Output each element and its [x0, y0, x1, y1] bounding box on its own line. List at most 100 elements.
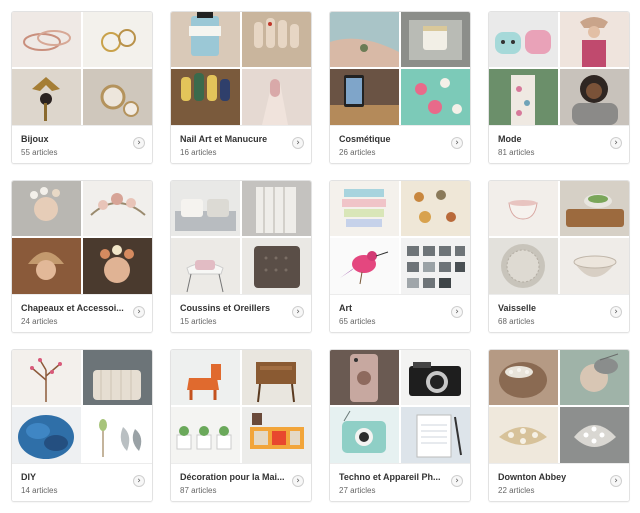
thumbnail — [560, 69, 629, 125]
thumbnail — [83, 350, 152, 405]
category-title: Techno et Appareil Ph... — [339, 472, 441, 482]
thumbnail — [401, 407, 470, 463]
thumbnail — [560, 12, 629, 67]
card-footer: Coussins et Oreillers 15 articles › — [171, 294, 311, 332]
image-mosaic — [489, 350, 629, 463]
thumbnail — [330, 407, 399, 463]
category-card-art[interactable]: Art 65 articles › — [329, 180, 471, 333]
category-card-coussins[interactable]: Coussins et Oreillers 15 articles › — [170, 180, 312, 333]
thumbnail — [12, 12, 81, 67]
image-mosaic — [330, 181, 470, 294]
chevron-right-icon[interactable]: › — [610, 137, 622, 149]
thumbnail — [171, 350, 240, 405]
card-footer: Vaisselle 68 articles › — [489, 294, 629, 332]
category-title: Nail Art et Manucure — [180, 134, 268, 144]
category-card-cosmetique[interactable]: Cosmétique 26 articles › — [329, 11, 471, 164]
category-card-mode[interactable]: Mode 81 articles › — [488, 11, 630, 164]
card-footer: Nail Art et Manucure 16 articles › — [171, 125, 311, 163]
card-footer: Décoration pour la Mai... 87 articles › — [171, 463, 311, 501]
chevron-right-icon[interactable]: › — [610, 306, 622, 318]
thumbnail — [330, 181, 399, 236]
thumbnail — [171, 12, 240, 67]
article-count: 81 articles — [498, 148, 535, 157]
thumbnail — [401, 238, 470, 294]
article-count: 65 articles — [339, 317, 376, 326]
thumbnail — [560, 350, 629, 405]
thumbnail — [401, 12, 470, 67]
image-mosaic — [171, 181, 311, 294]
thumbnail — [330, 69, 399, 125]
card-footer: DIY 14 articles › — [12, 463, 152, 501]
category-card-techno[interactable]: Techno et Appareil Ph... 27 articles › — [329, 349, 471, 502]
article-count: 26 articles — [339, 148, 376, 157]
category-card-bijoux[interactable]: Bijoux 55 articles › — [11, 11, 153, 164]
article-count: 15 articles — [180, 317, 217, 326]
thumbnail — [560, 238, 629, 294]
chevron-right-icon[interactable]: › — [133, 137, 145, 149]
article-count: 55 articles — [21, 148, 58, 157]
category-card-chapeaux[interactable]: Chapeaux et Accessoi... 24 articles › — [11, 180, 153, 333]
thumbnail — [12, 350, 81, 405]
thumbnail — [401, 69, 470, 125]
article-count: 22 articles — [498, 486, 535, 495]
thumbnail — [12, 238, 81, 294]
category-card-nail-art[interactable]: Nail Art et Manucure 16 articles › — [170, 11, 312, 164]
category-title: DIY — [21, 472, 37, 482]
image-mosaic — [489, 181, 629, 294]
thumbnail — [83, 238, 152, 294]
thumbnail — [12, 181, 81, 236]
thumbnail — [242, 12, 311, 67]
thumbnail — [83, 181, 152, 236]
card-footer: Techno et Appareil Ph... 27 articles › — [330, 463, 470, 501]
image-mosaic — [171, 350, 311, 463]
category-card-decoration[interactable]: Décoration pour la Mai... 87 articles › — [170, 349, 312, 502]
chevron-right-icon[interactable]: › — [133, 306, 145, 318]
chevron-right-icon[interactable]: › — [451, 475, 463, 487]
chevron-right-icon[interactable]: › — [292, 137, 304, 149]
thumbnail — [242, 69, 311, 125]
thumbnail — [83, 407, 152, 463]
image-mosaic — [12, 350, 152, 463]
chevron-right-icon[interactable]: › — [451, 137, 463, 149]
thumbnail — [171, 238, 240, 294]
thumbnail — [489, 181, 558, 236]
thumbnail — [330, 238, 399, 294]
thumbnail — [560, 407, 629, 463]
article-count: 27 articles — [339, 486, 376, 495]
article-count: 14 articles — [21, 486, 58, 495]
card-footer: Downton Abbey 22 articles › — [489, 463, 629, 501]
thumbnail — [489, 350, 558, 405]
thumbnail — [489, 238, 558, 294]
category-title: Downton Abbey — [498, 472, 567, 482]
thumbnail — [171, 69, 240, 125]
chevron-right-icon[interactable]: › — [610, 475, 622, 487]
category-title: Coussins et Oreillers — [180, 303, 271, 313]
thumbnail — [401, 350, 470, 405]
thumbnail — [242, 181, 311, 236]
card-footer: Cosmétique 26 articles › — [330, 125, 470, 163]
category-title: Cosmétique — [339, 134, 391, 144]
image-mosaic — [489, 12, 629, 125]
thumbnail — [171, 181, 240, 236]
category-title: Art — [339, 303, 352, 313]
chevron-right-icon[interactable]: › — [133, 475, 145, 487]
chevron-right-icon[interactable]: › — [292, 475, 304, 487]
image-mosaic — [12, 181, 152, 294]
image-mosaic — [12, 12, 152, 125]
card-footer: Mode 81 articles › — [489, 125, 629, 163]
thumbnail — [242, 350, 311, 405]
thumbnail — [12, 69, 81, 125]
thumbnail — [83, 12, 152, 67]
category-title: Mode — [498, 134, 522, 144]
chevron-right-icon[interactable]: › — [451, 306, 463, 318]
thumbnail — [401, 181, 470, 236]
article-count: 16 articles — [180, 148, 217, 157]
image-mosaic — [171, 12, 311, 125]
category-card-diy[interactable]: DIY 14 articles › — [11, 349, 153, 502]
category-card-vaisselle[interactable]: Vaisselle 68 articles › — [488, 180, 630, 333]
category-card-downton-abbey[interactable]: Downton Abbey 22 articles › — [488, 349, 630, 502]
image-mosaic — [330, 350, 470, 463]
card-footer: Art 65 articles › — [330, 294, 470, 332]
chevron-right-icon[interactable]: › — [292, 306, 304, 318]
thumbnail — [83, 69, 152, 125]
